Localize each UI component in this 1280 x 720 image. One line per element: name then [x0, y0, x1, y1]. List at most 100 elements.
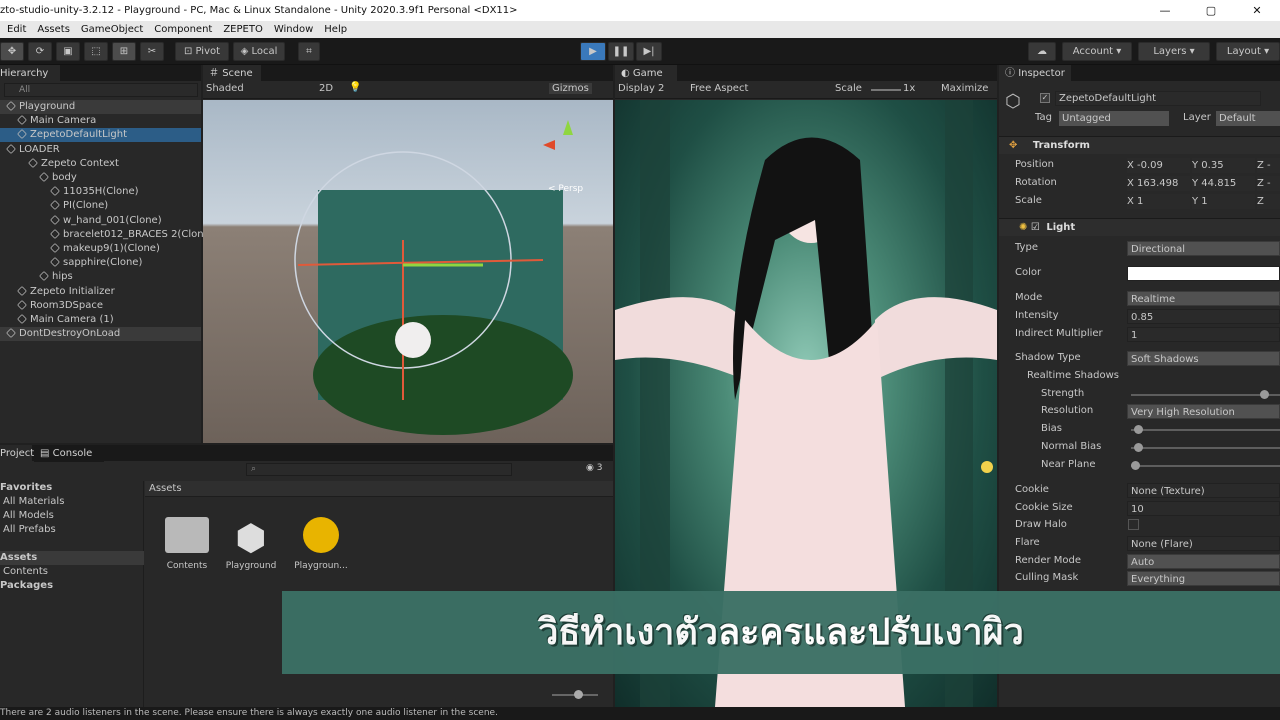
menu-item-help[interactable]: Help: [324, 24, 347, 35]
asset-playground-settings[interactable]: Playgroun...: [288, 517, 354, 571]
transform-section-header[interactable]: ✥ Transform: [999, 136, 1280, 154]
tab-game[interactable]: ◐ Game: [615, 65, 677, 82]
asset-contents[interactable]: Contents: [154, 517, 220, 571]
hierarchy-item[interactable]: Zepeto Context: [0, 157, 201, 171]
transform-position-z-field[interactable]: Z -: [1257, 158, 1280, 173]
light-section-header[interactable]: ✺ ☑ Light: [999, 218, 1280, 236]
hierarchy-item[interactable]: 11035H(Clone): [0, 185, 201, 199]
aspect-dropdown[interactable]: Free Aspect: [690, 83, 748, 94]
grid-snap-icon[interactable]: ⌗: [298, 42, 320, 61]
tag-dropdown[interactable]: Untagged: [1059, 111, 1169, 126]
light-render-mode-dropdown[interactable]: Auto: [1127, 554, 1280, 569]
tab-console[interactable]: ▤ Console: [34, 445, 104, 462]
light-flare-field[interactable]: None (Flare): [1127, 536, 1280, 551]
hierarchy-item[interactable]: Playground: [0, 100, 201, 114]
pivot-toggle[interactable]: ⊡ Pivot: [175, 42, 229, 61]
light-intensity-field[interactable]: 0.85: [1127, 309, 1280, 324]
light-near-plane-slider[interactable]: [1131, 461, 1280, 470]
light-cookie-size-field[interactable]: 10: [1127, 501, 1280, 516]
hand-tool-icon[interactable]: ✥: [0, 42, 24, 61]
transform-scale-z-field[interactable]: Z: [1257, 194, 1280, 209]
light-mode-dropdown[interactable]: Realtime: [1127, 291, 1280, 306]
layers-dropdown[interactable]: Layers ▾: [1138, 42, 1210, 61]
hierarchy-item[interactable]: ZepetoDefaultLight: [0, 128, 201, 143]
menu-item-zepeto[interactable]: ZEPETO: [223, 24, 263, 35]
layout-dropdown[interactable]: Layout ▾: [1216, 42, 1280, 61]
assets-breadcrumb[interactable]: Assets: [145, 481, 613, 497]
hierarchy-item[interactable]: Zepeto Initializer: [0, 285, 201, 299]
perspective-label[interactable]: < Persp: [548, 184, 583, 194]
rect-tool-icon[interactable]: ⬚: [84, 42, 108, 61]
gizmos-dropdown[interactable]: Gizmos: [549, 83, 592, 94]
favorite-item[interactable]: All Materials: [0, 495, 64, 509]
transform-position-y-field[interactable]: Y 0.35: [1192, 158, 1255, 173]
play-button[interactable]: ▶: [580, 42, 606, 61]
custom-tool-icon[interactable]: ✂: [140, 42, 164, 61]
icon-size-slider[interactable]: [552, 690, 598, 699]
favorite-item[interactable]: All Prefabs: [0, 523, 56, 537]
transform-tool-icon[interactable]: ⊞: [112, 42, 136, 61]
hierarchy-item[interactable]: PI(Clone): [0, 199, 201, 213]
cloud-icon[interactable]: ☁: [1028, 42, 1056, 61]
local-toggle[interactable]: ◈ Local: [233, 42, 285, 61]
favorites-header[interactable]: Favorites: [0, 481, 52, 495]
favorite-item[interactable]: All Models: [0, 509, 54, 523]
layer-dropdown[interactable]: Default: [1216, 111, 1280, 126]
light-indirect-multiplier-field[interactable]: 1: [1127, 327, 1280, 342]
hierarchy-item[interactable]: body: [0, 171, 201, 185]
hierarchy-item[interactable]: bracelet012_BRACES 2(Clone): [0, 228, 214, 242]
pause-button[interactable]: ❚❚: [608, 42, 634, 61]
light-strength-slider[interactable]: [1131, 390, 1280, 399]
asset-playground-scene[interactable]: ⬢ Playground: [218, 517, 284, 571]
transform-scale-y-field[interactable]: Y 1: [1192, 194, 1255, 209]
tab-scene[interactable]: ＃ Scene: [203, 65, 261, 82]
active-checkbox[interactable]: ✓: [1040, 93, 1050, 103]
account-dropdown[interactable]: Account ▾: [1062, 42, 1132, 61]
maximize-toggle[interactable]: Maximize: [941, 83, 988, 94]
minimize-button[interactable]: —: [1142, 0, 1188, 21]
hierarchy-search-input[interactable]: All: [4, 83, 198, 97]
light-shadow-type-dropdown[interactable]: Soft Shadows: [1127, 351, 1280, 366]
asset-tree-item[interactable]: Packages: [0, 579, 144, 593]
maximize-button[interactable]: ▢: [1188, 0, 1234, 21]
light-culling-mask-dropdown[interactable]: Everything: [1127, 571, 1280, 586]
display-dropdown[interactable]: Display 2: [618, 83, 664, 94]
transform-scale-x-field[interactable]: X 1: [1127, 194, 1190, 209]
object-name-input[interactable]: ZepetoDefaultLight: [1055, 91, 1261, 106]
step-button[interactable]: ▶|: [636, 42, 662, 61]
hierarchy-item[interactable]: Main Camera: [0, 114, 201, 128]
lighting-icon[interactable]: 💡: [349, 82, 361, 93]
menu-item-component[interactable]: Component: [154, 24, 212, 35]
tab-hierarchy[interactable]: Hierarchy: [0, 65, 60, 82]
light-bias-slider[interactable]: [1131, 425, 1280, 434]
light-color-swatch[interactable]: [1127, 266, 1280, 281]
asset-tree-item[interactable]: Assets: [0, 551, 144, 565]
transform-rotation-x-field[interactable]: X 163.498: [1127, 176, 1190, 191]
rotate-tool-icon[interactable]: ⟳: [28, 42, 52, 61]
scene-viewport[interactable]: < Persp: [203, 100, 613, 443]
hierarchy-item[interactable]: hips: [0, 270, 201, 284]
menu-item-window[interactable]: Window: [274, 24, 313, 35]
light-resolution-dropdown[interactable]: Very High Resolution: [1127, 404, 1280, 419]
scale-slider[interactable]: [871, 89, 901, 91]
transform-rotation-z-field[interactable]: Z -: [1257, 176, 1280, 191]
tab-inspector[interactable]: ⓘ Inspector: [999, 65, 1071, 82]
transform-position-x-field[interactable]: X -0.09: [1127, 158, 1190, 173]
hierarchy-item[interactable]: Main Camera (1): [0, 313, 201, 327]
menu-item-edit[interactable]: Edit: [7, 24, 26, 35]
transform-rotation-y-field[interactable]: Y 44.815: [1192, 176, 1255, 191]
menu-item-gameobject[interactable]: GameObject: [81, 24, 143, 35]
shading-mode-dropdown[interactable]: Shaded: [206, 83, 244, 94]
hierarchy-item[interactable]: sapphire(Clone): [0, 256, 201, 270]
menu-item-assets[interactable]: Assets: [37, 24, 70, 35]
light-type-dropdown[interactable]: Directional: [1127, 241, 1280, 256]
asset-tree-item[interactable]: Contents: [0, 565, 144, 579]
hierarchy-item[interactable]: Room3DSpace: [0, 299, 201, 313]
hierarchy-item[interactable]: DontDestroyOnLoad: [0, 327, 201, 342]
draw-halo-checkbox[interactable]: [1128, 519, 1139, 530]
close-button[interactable]: ✕: [1234, 0, 1280, 21]
hierarchy-item[interactable]: LOADER: [0, 143, 201, 157]
light-cookie-field[interactable]: None (Texture): [1127, 483, 1280, 498]
hierarchy-item[interactable]: w_hand_001(Clone): [0, 214, 201, 228]
hierarchy-item[interactable]: makeup9(1)(Clone): [0, 242, 201, 256]
